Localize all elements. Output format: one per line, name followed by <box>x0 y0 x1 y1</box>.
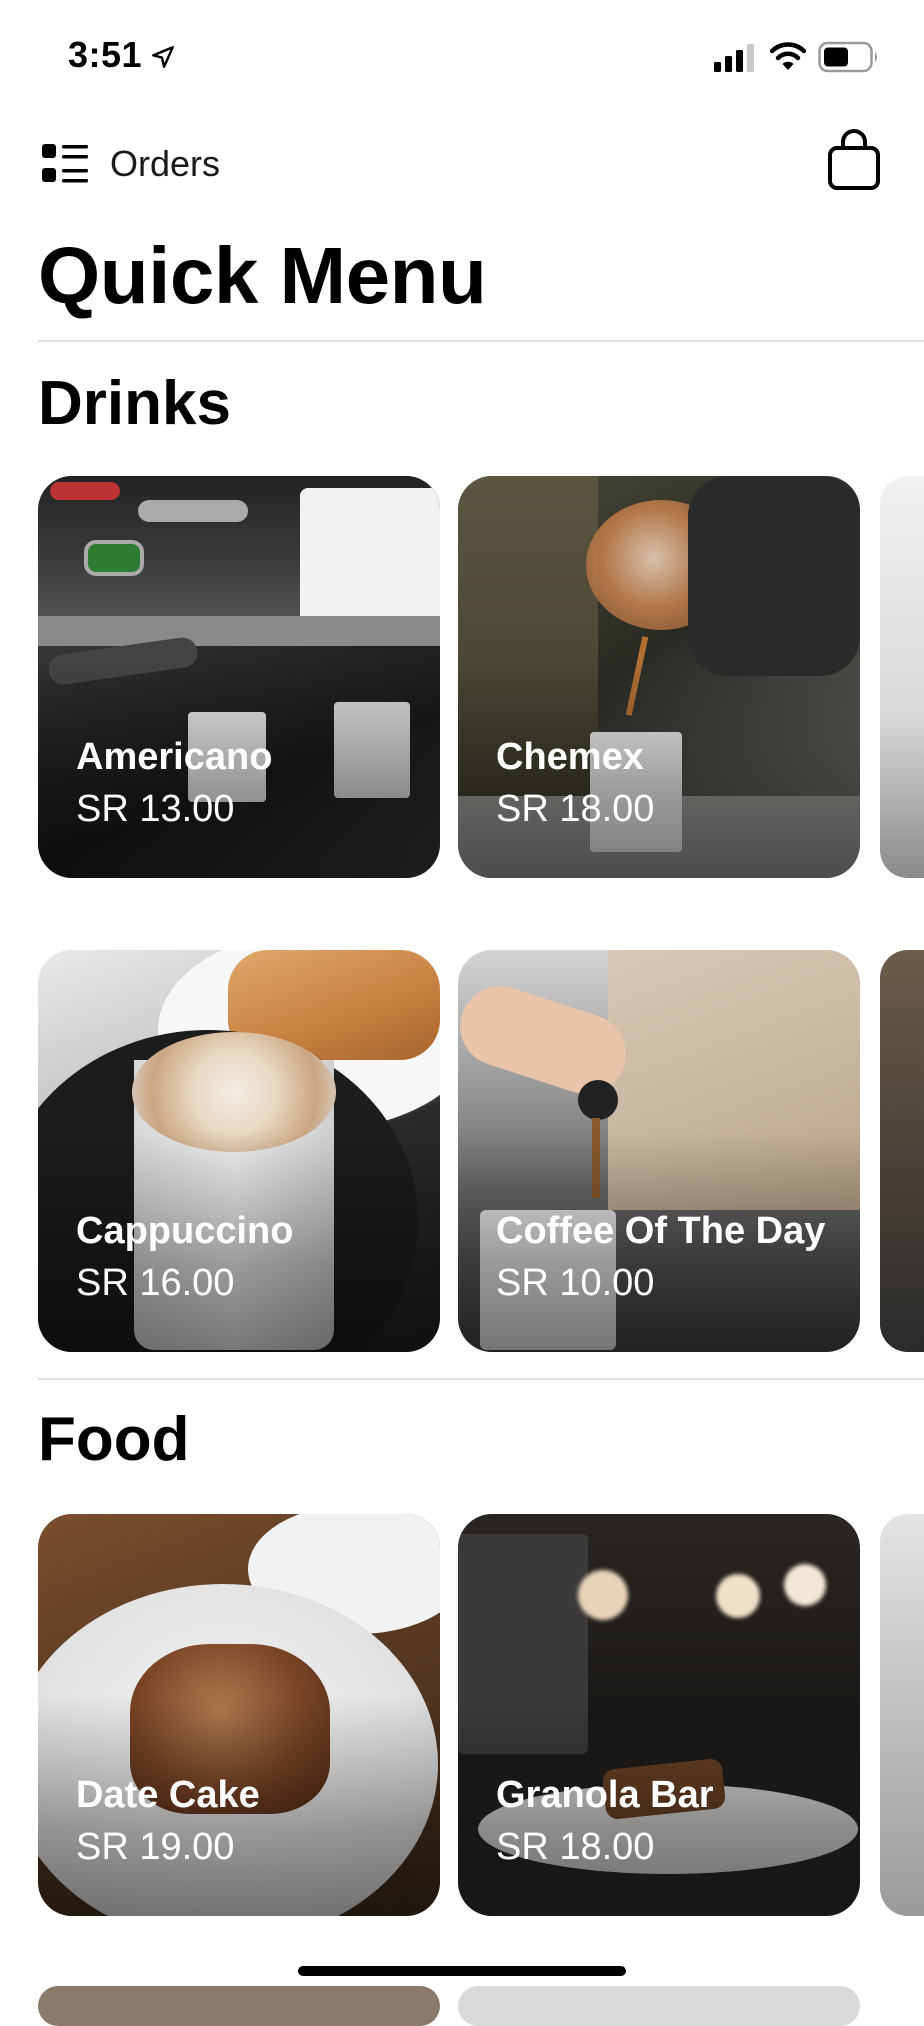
orders-button[interactable]: Orders <box>40 136 220 192</box>
item-name: Granola Bar <box>496 1774 714 1816</box>
item-price: SR 18.00 <box>496 788 655 830</box>
menu-card-chemex[interactable]: Chemex SR 18.00 <box>458 476 860 878</box>
menu-card-next-peek[interactable] <box>880 950 924 1352</box>
item-price: SR 18.00 <box>496 1826 655 1868</box>
item-name: Coffee Of The Day <box>496 1210 826 1252</box>
status-bar: 3:51 <box>0 0 924 110</box>
item-name: Date Cake <box>76 1774 260 1816</box>
menu-card-date-cake[interactable]: Date Cake SR 19.00 <box>38 1514 440 1916</box>
list-icon <box>42 144 88 183</box>
status-time: 3:51 <box>68 34 143 75</box>
item-name: Americano <box>76 736 273 778</box>
shopping-bag-icon[interactable] <box>826 128 882 192</box>
orders-label: Orders <box>110 143 221 184</box>
section-title-drinks: Drinks <box>38 369 231 438</box>
item-price: SR 16.00 <box>76 1262 235 1304</box>
item-price: SR 13.00 <box>76 788 235 830</box>
menu-card-peek <box>38 1986 440 2026</box>
menu-card-granola-bar[interactable]: Granola Bar SR 18.00 <box>458 1514 860 1916</box>
menu-card-cappuccino[interactable]: Cappuccino SR 16.00 <box>38 950 440 1352</box>
divider <box>38 1378 924 1380</box>
menu-card-coffee-of-the-day[interactable]: Coffee Of The Day SR 10.00 <box>458 950 860 1352</box>
item-name: Cappuccino <box>76 1210 294 1252</box>
item-price: SR 10.00 <box>496 1262 655 1304</box>
menu-card-peek <box>458 1986 860 2026</box>
section-title-food: Food <box>38 1405 190 1474</box>
menu-card-next-peek[interactable] <box>880 476 924 878</box>
page-title: Quick Menu <box>38 231 487 320</box>
item-price: SR 19.00 <box>76 1826 235 1868</box>
menu-card-americano[interactable]: Americano SR 13.00 <box>38 476 440 878</box>
location-arrow-icon <box>152 46 174 68</box>
battery-icon <box>818 41 877 73</box>
wifi-icon <box>770 42 806 70</box>
home-indicator <box>298 1966 626 1976</box>
divider <box>38 340 924 342</box>
menu-card-next-peek[interactable] <box>880 1514 924 1916</box>
nav-bar: Orders <box>0 128 924 200</box>
signal-icon <box>714 44 754 72</box>
item-name: Chemex <box>496 736 644 778</box>
